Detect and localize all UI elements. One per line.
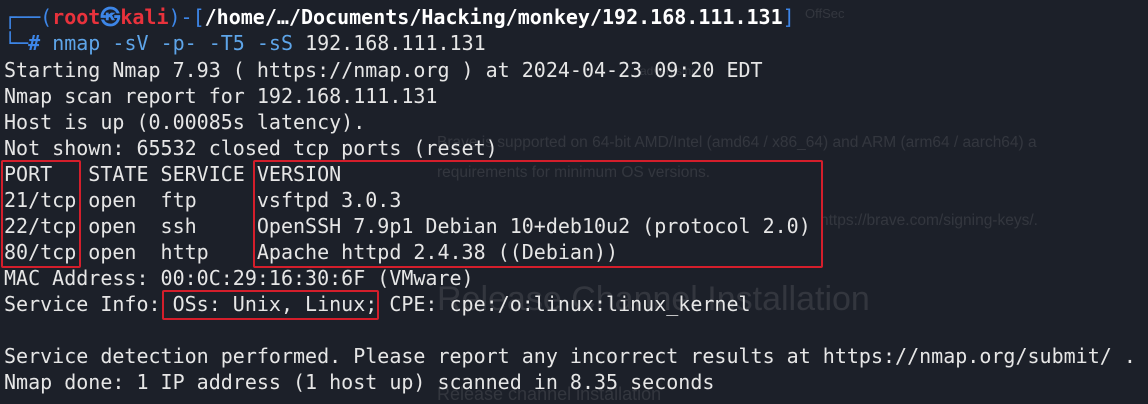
command-name: nmap — [52, 31, 101, 55]
prompt-line-1: ┌──(root㉿kali)-[/home/…/Documents/Hackin… — [4, 4, 795, 30]
prompt-path: /home/…/Documents/Hacking/monkey/192.168… — [204, 5, 783, 29]
prompt-host: kali — [120, 5, 169, 29]
table-row: 22/tcp open ssh OpenSSH 7.9p1 Debian 10+… — [4, 214, 811, 238]
background-paragraph-3: https://brave.com/signing-keys/. — [820, 212, 1038, 229]
prompt-bracket-close: ] — [782, 5, 795, 29]
prompt-user: root — [52, 5, 101, 29]
output-line: Not shown: 65532 closed tcp ports (reset… — [4, 136, 498, 160]
command-args: -sV -p- -T5 -sS — [100, 31, 306, 55]
output-line: Starting Nmap 7.93 ( https://nmap.org ) … — [4, 58, 763, 82]
table-row: 21/tcp open ftp vsftpd 3.0.3 — [4, 188, 402, 212]
mac-address-line: MAC Address: 00:0C:29:16:30:6F (VMware) — [4, 266, 474, 290]
background-tab-label: OffSec — [805, 6, 845, 21]
service-info-line: Service Info: OSs: Unix, Linux; CPE: cpe… — [4, 292, 751, 316]
terminal-window: OffSec advertising Brave is supported on… — [0, 0, 1148, 404]
output-line: Host is up (0.00085s latency). — [4, 110, 366, 134]
prompt-line2-prefix: └─ — [4, 31, 29, 55]
background-paragraph-2: requirements for minimum OS versions. — [437, 164, 711, 181]
command-line[interactable]: └─# nmap -sV -p- -T5 -sS 192.168.111.131 — [4, 30, 486, 56]
output-line: Service detection performed. Please repo… — [4, 344, 1136, 368]
background-paragraph-1: Brave is supported on 64-bit AMD/Intel (… — [437, 134, 1037, 151]
command-target: 192.168.111.131 — [305, 31, 486, 55]
prompt-open: ┌──( — [4, 5, 53, 29]
prompt-bracket: )-[ — [168, 5, 205, 29]
output-line: Nmap scan report for 192.168.111.131 — [4, 84, 438, 108]
table-header: PORT STATE SERVICE VERSION — [4, 162, 342, 186]
root-hash: # — [28, 31, 41, 55]
table-row: 80/tcp open http Apache httpd 2.4.38 ((D… — [4, 240, 619, 264]
output-line: Nmap done: 1 IP address (1 host up) scan… — [4, 370, 715, 394]
skull-icon: ㉿ — [100, 5, 121, 29]
